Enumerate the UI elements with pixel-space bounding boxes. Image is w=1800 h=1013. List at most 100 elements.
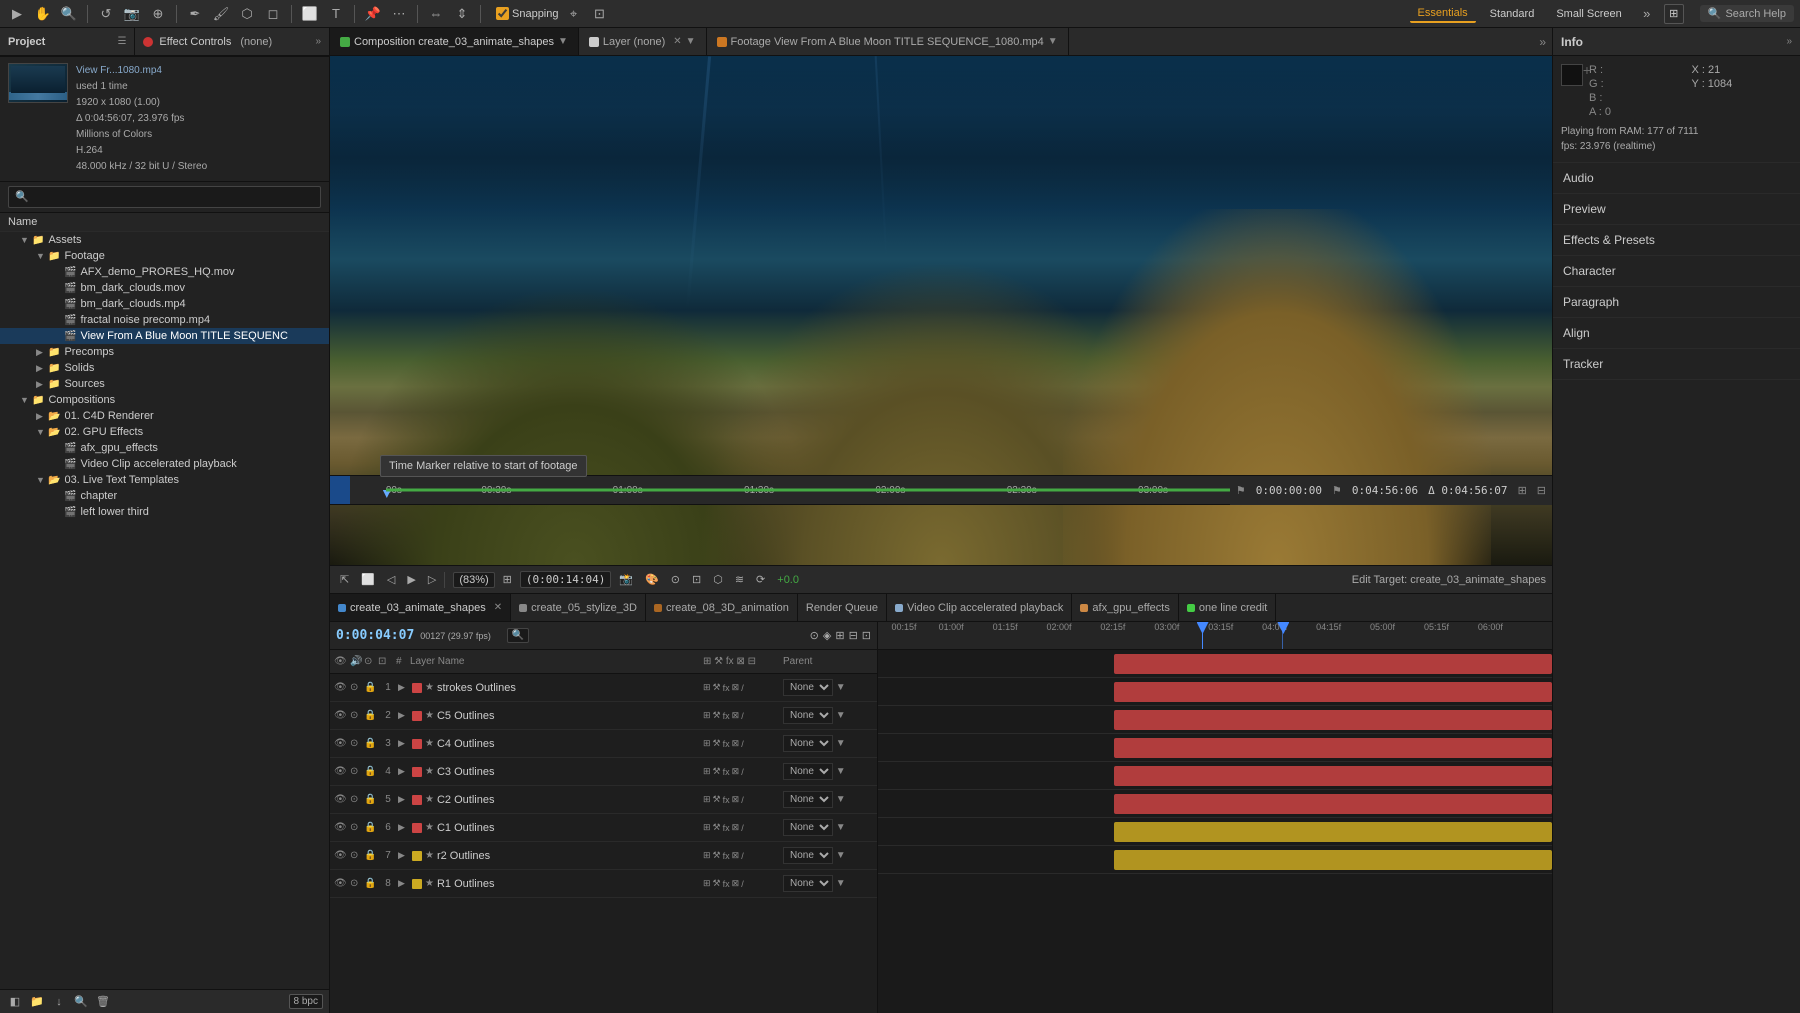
layer-expand-6[interactable]: ▶ xyxy=(398,822,412,833)
sw-fx-2[interactable]: fx xyxy=(723,711,730,721)
sw-guide-6[interactable]: / xyxy=(741,823,744,833)
track-row-6[interactable] xyxy=(878,790,1552,818)
layer-props-btn[interactable]: ⊟ xyxy=(849,629,858,642)
tree-solids[interactable]: ▶ 📁 Solids xyxy=(0,360,329,376)
track-bar-3[interactable] xyxy=(1114,710,1552,730)
tree-file-afx[interactable]: 🎬 AFX_demo_PRORES_HQ.mov xyxy=(0,264,329,280)
track-row-2[interactable] xyxy=(878,678,1552,706)
layer-solo-3[interactable]: ⊙ xyxy=(350,738,364,749)
rotate-tool[interactable]: ↺ xyxy=(95,3,117,25)
layer-lock-5[interactable]: 🔒 xyxy=(364,794,378,805)
sw-lock2-3[interactable]: ⊠ xyxy=(732,738,740,749)
comp-tab-afx[interactable]: afx_gpu_effects xyxy=(1072,594,1178,621)
comp-tab-close-0[interactable]: ✕ xyxy=(494,602,502,613)
viewer-prev-frame[interactable]: ◁ xyxy=(383,573,399,586)
parent-select-5[interactable]: None xyxy=(783,791,833,808)
sw-effect-4[interactable]: ⚒ xyxy=(713,766,721,777)
parent-select-4[interactable]: None xyxy=(783,763,833,780)
preview-mode[interactable]: ⬡ xyxy=(709,573,727,586)
track-row-4[interactable] xyxy=(878,734,1552,762)
text-tool[interactable]: T xyxy=(325,3,347,25)
delete-btn[interactable]: 🗑 xyxy=(94,993,112,1011)
tab-comp-menu[interactable]: ▼ xyxy=(558,36,568,47)
orbit-tool[interactable]: ⊕ xyxy=(147,3,169,25)
tree-gpu-effects[interactable]: ▼ 📂 02. GPU Effects xyxy=(0,424,329,440)
sw-lock2-7[interactable]: ⊠ xyxy=(732,850,740,861)
layer-star-7[interactable]: ★ xyxy=(425,850,434,861)
sw-guide-1[interactable]: / xyxy=(741,683,744,693)
timecode-display[interactable]: (0:00:14:04) xyxy=(520,571,611,588)
show-channel-btn[interactable]: 🎨 xyxy=(641,573,663,586)
layer-solo-5[interactable]: ⊙ xyxy=(350,794,364,805)
parent-select-6[interactable]: None xyxy=(783,819,833,836)
track-bar-5[interactable] xyxy=(1114,766,1552,786)
sw-fx-4[interactable]: fx xyxy=(723,767,730,777)
viewer-options[interactable]: » xyxy=(1533,28,1552,55)
layer-solo-7[interactable]: ⊙ xyxy=(350,850,364,861)
shape-tool[interactable]: ⬜ xyxy=(299,3,321,25)
layer-expand-8[interactable]: ▶ xyxy=(398,878,412,889)
tree-c4d[interactable]: ▶ 📂 01. C4D Renderer xyxy=(0,408,329,424)
project-menu-icon[interactable]: ☰ xyxy=(117,36,126,47)
sw-guide-2[interactable]: / xyxy=(741,711,744,721)
sw-guide-8[interactable]: / xyxy=(741,879,744,889)
layer-visibility-8[interactable]: 👁 xyxy=(334,878,350,889)
comp-tab-3d-animation[interactable]: create_08_3D_animation xyxy=(646,594,798,621)
track-bar-8[interactable] xyxy=(1114,850,1552,870)
layer-row-3[interactable]: 👁 ⊙ 🔒 3 ▶ ★ C4 Outlines ⊞ ⚒ fx ⊠ / None … xyxy=(330,730,877,758)
parent-select-7[interactable]: None xyxy=(783,847,833,864)
track-bar-1[interactable] xyxy=(1114,654,1552,674)
layer-lock-1[interactable]: 🔒 xyxy=(364,682,378,693)
layer-star-3[interactable]: ★ xyxy=(425,738,434,749)
workspace-small-screen[interactable]: Small Screen xyxy=(1548,6,1629,22)
layer-lock-3[interactable]: 🔒 xyxy=(364,738,378,749)
tree-assets[interactable]: ▼ 📁 Assets xyxy=(0,232,329,248)
sw-lock2-8[interactable]: ⊠ xyxy=(732,878,740,889)
sw-effect-1[interactable]: ⚒ xyxy=(713,682,721,693)
layer-row-7[interactable]: 👁 ⊙ 🔒 7 ▶ ★ r2 Outlines ⊞ ⚒ fx ⊠ / None … xyxy=(330,842,877,870)
effect-controls-menu[interactable]: » xyxy=(315,36,321,47)
track-row-8[interactable] xyxy=(878,846,1552,874)
workspace-standard[interactable]: Standard xyxy=(1482,6,1543,22)
find-btn[interactable]: 🔍 xyxy=(72,993,90,1011)
search-help-bar[interactable]: 🔍 Search Help xyxy=(1700,5,1794,22)
layer-star-2[interactable]: ★ xyxy=(425,710,434,721)
sw-effect-8[interactable]: ⚒ xyxy=(713,878,721,889)
tree-file-viewfrom[interactable]: 🎬 View From A Blue Moon TITLE SEQUENC xyxy=(0,328,329,344)
layer-row-1[interactable]: 👁 ⊙ 🔒 1 ▶ ★ strokes Outlines ⊞ ⚒ fx ⊠ / … xyxy=(330,674,877,702)
sw-guide-3[interactable]: / xyxy=(741,739,744,749)
comp-tab-render-queue[interactable]: Render Queue xyxy=(798,594,887,621)
snapping-toggle[interactable]: Snapping xyxy=(496,7,559,20)
import-btn[interactable]: ↓ xyxy=(50,993,68,1011)
sw-effect-2[interactable]: ⚒ xyxy=(713,710,721,721)
layer-star-5[interactable]: ★ xyxy=(425,794,434,805)
snapshot-btn[interactable]: 📸 xyxy=(615,573,637,586)
tree-afx-gpu[interactable]: 🎬 afx_gpu_effects xyxy=(0,440,329,456)
layer-expand-1[interactable]: ▶ xyxy=(398,682,412,693)
layer-solo-1[interactable]: ⊙ xyxy=(350,682,364,693)
grid-toggle[interactable]: ⊞ xyxy=(1664,4,1684,24)
track-row-7[interactable] xyxy=(878,818,1552,846)
layer-visibility-7[interactable]: 👁 xyxy=(334,850,350,861)
audio-section[interactable]: Audio xyxy=(1553,163,1800,194)
parent-select-3[interactable]: None xyxy=(783,735,833,752)
viewer-play-btn[interactable]: ▶ xyxy=(403,573,419,586)
eraser-tool[interactable]: ◻ xyxy=(262,3,284,25)
tab-composition[interactable]: Composition create_03_animate_shapes ▼ xyxy=(330,28,579,55)
composition-viewer[interactable]: 00s 00:30s 01:00s 01:30s 02:00s 02:30s 0… xyxy=(330,56,1552,565)
parent-select-2[interactable]: None xyxy=(783,707,833,724)
distribute-btn[interactable]: ⇕ xyxy=(451,3,473,25)
tab-layer-menu[interactable]: ▼ xyxy=(686,36,696,47)
sw-motion-6[interactable]: ⊞ xyxy=(703,822,711,833)
layer-lock-4[interactable]: 🔒 xyxy=(364,766,378,777)
sw-fx-8[interactable]: fx xyxy=(723,879,730,889)
tree-compositions[interactable]: ▼ 📁 Compositions xyxy=(0,392,329,408)
layer-lock-7[interactable]: 🔒 xyxy=(364,850,378,861)
tab-layer[interactable]: Layer (none) ✕ ▼ xyxy=(579,28,707,55)
track-bar-2[interactable] xyxy=(1114,682,1552,702)
sw-fx-6[interactable]: fx xyxy=(723,823,730,833)
track-row-1[interactable] xyxy=(878,650,1552,678)
sw-effect-3[interactable]: ⚒ xyxy=(713,738,721,749)
layer-visibility-4[interactable]: 👁 xyxy=(334,766,350,777)
layer-row-2[interactable]: 👁 ⊙ 🔒 2 ▶ ★ C5 Outlines ⊞ ⚒ fx ⊠ / None … xyxy=(330,702,877,730)
